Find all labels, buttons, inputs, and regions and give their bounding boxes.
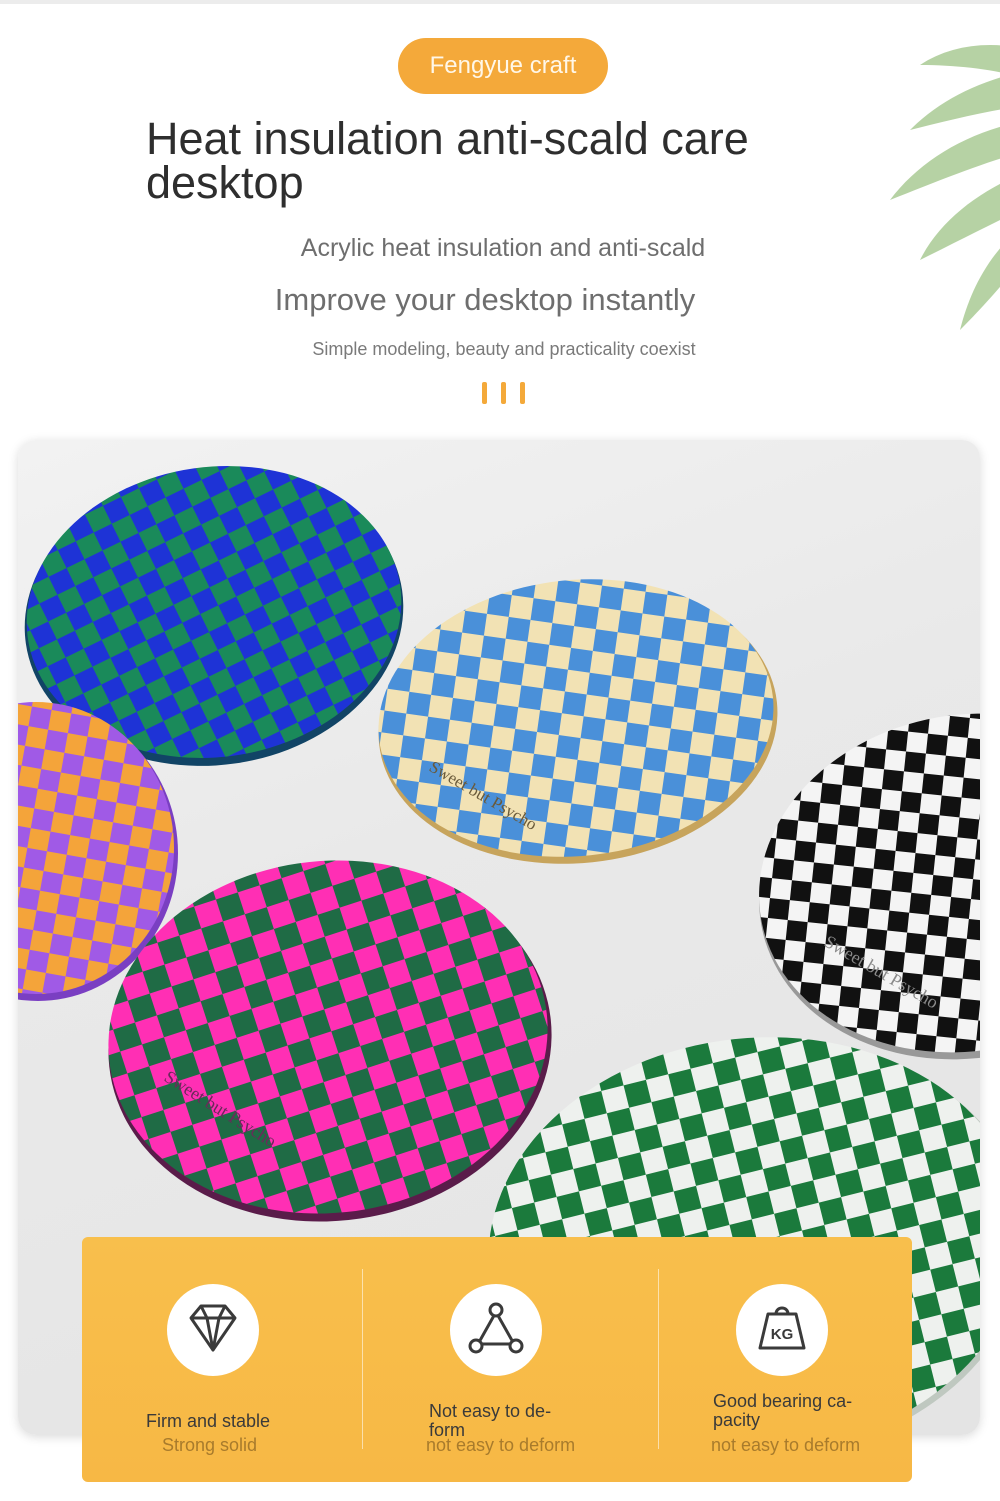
subtitle-improve: Improve your desktop instantly <box>274 282 696 317</box>
feature-label: Firm and stable <box>146 1411 271 1431</box>
triangle-nodes-icon <box>450 1284 542 1376</box>
kg-icon-text: KG <box>771 1326 794 1343</box>
subtitle-simple: Simple modeling, beauty and practicality… <box>312 339 696 359</box>
feature-firm: Firm and stable Strong solid <box>82 1237 358 1482</box>
diamond-icon <box>167 1284 259 1376</box>
feature-note: not easy to deform <box>711 1435 861 1455</box>
feature-bearing: KG Good bearing ca- pacity not easy to d… <box>672 1237 948 1482</box>
panel-divider <box>658 1269 659 1449</box>
feature-note: not easy to deform <box>426 1435 576 1455</box>
page-title: Heat insulation anti-scald care desktop <box>146 113 749 208</box>
feature-deform: Not easy to de- form not easy to deform <box>378 1237 654 1482</box>
top-divider-line <box>0 0 1000 4</box>
palm-leaf-decoration <box>890 45 1000 330</box>
feature-label: Good bearing ca- pacity <box>713 1391 853 1430</box>
subtitle-acrylic: Acrylic heat insulation and anti-scald <box>300 234 706 262</box>
feature-panel: Firm and stable Strong solid Not easy to… <box>82 1237 912 1482</box>
brand-badge: Fengyue craft <box>398 38 608 94</box>
panel-divider <box>362 1269 363 1449</box>
kg-weight-icon: KG <box>736 1284 828 1376</box>
triple-bar-ornament <box>482 382 526 404</box>
feature-note: Strong solid <box>162 1435 258 1455</box>
coaster-blue-cream: Sweet but Psycho <box>378 579 778 864</box>
